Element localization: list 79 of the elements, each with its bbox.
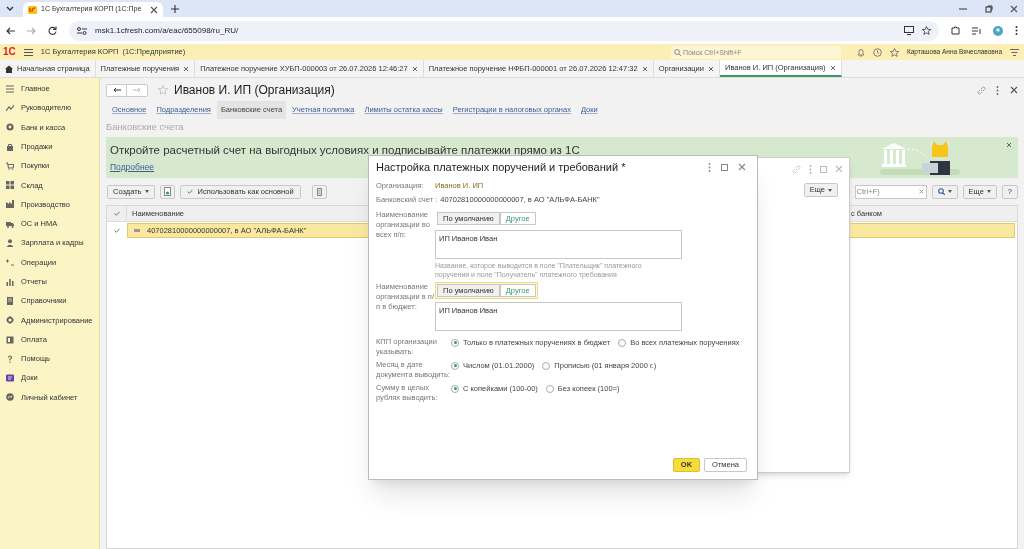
factory-icon	[6, 200, 14, 209]
menu-icon[interactable]	[23, 48, 33, 56]
forward-icon	[133, 87, 141, 93]
copy-icon	[163, 187, 171, 196]
maximize-icon[interactable]	[820, 165, 827, 173]
back-icon	[112, 87, 121, 93]
section-title: Банковские счета	[106, 120, 184, 135]
maximize-icon[interactable]	[721, 163, 728, 171]
search-icon	[937, 188, 945, 195]
bell-icon[interactable]	[856, 47, 865, 57]
forward-icon[interactable]	[27, 26, 36, 35]
caret-icon	[986, 190, 991, 193]
close-icon[interactable]	[183, 65, 190, 72]
caret-icon	[828, 188, 832, 192]
list-icon	[316, 187, 322, 196]
close-icon[interactable]	[150, 5, 158, 14]
bag-icon	[6, 142, 14, 151]
truck-icon	[6, 219, 14, 228]
person-icon	[6, 239, 14, 247]
grid-icon	[6, 181, 14, 190]
list-button[interactable]	[311, 184, 327, 199]
radio-button[interactable]	[545, 384, 554, 393]
close-icon[interactable]	[1010, 5, 1018, 13]
coin-icon	[6, 123, 14, 132]
list-icon	[6, 84, 14, 93]
close-icon[interactable]	[829, 64, 836, 71]
star-icon[interactable]	[889, 47, 899, 57]
star-icon[interactable]	[158, 85, 168, 95]
more-icon[interactable]	[1015, 26, 1018, 35]
restore-icon[interactable]	[985, 5, 993, 13]
chevron-down-icon[interactable]	[6, 6, 14, 12]
close-icon[interactable]	[708, 65, 714, 72]
bar-chart-icon	[6, 277, 14, 286]
url-text: msk1.1cfresh.com/a/eac/655098/ru_RU/	[95, 24, 239, 37]
document-icon	[6, 374, 14, 383]
clear-icon[interactable]	[918, 189, 924, 194]
reload-icon[interactable]	[48, 26, 57, 35]
radio-button[interactable]	[542, 361, 551, 370]
settings-icon	[6, 316, 14, 325]
extensions-icon[interactable]	[951, 26, 960, 35]
close-icon[interactable]	[641, 65, 648, 72]
install-icon[interactable]	[904, 26, 914, 35]
radio-button[interactable]	[451, 361, 459, 370]
settings-menu-icon[interactable]	[1010, 48, 1019, 56]
avatar-icon[interactable]	[993, 25, 1003, 36]
history-icon[interactable]	[872, 47, 882, 57]
check-icon	[186, 189, 193, 194]
address-bar[interactable]: msk1.1cfresh.com/a/eac/655098/ru_RU/	[69, 20, 939, 41]
radio-button[interactable]	[451, 384, 459, 393]
star-icon[interactable]	[922, 26, 931, 35]
banner-link[interactable]: Подробнее	[110, 160, 155, 174]
banner-text: Откройте расчетный счет на выгодных условиях и подписывайте платежки прямо из 1С	[110, 142, 580, 158]
home-icon	[5, 64, 13, 73]
site-settings-icon[interactable]	[77, 26, 87, 35]
radio-button[interactable]	[451, 338, 459, 347]
close-icon[interactable]	[411, 65, 418, 72]
cart-icon	[6, 161, 14, 170]
form-title: Иванов И. ИП (Организация)	[174, 82, 335, 99]
media-icon[interactable]	[972, 26, 981, 35]
dialog-title: Настройка платежных поручений и требований *	[376, 159, 627, 175]
new-tab-icon[interactable]	[171, 5, 179, 13]
search-button[interactable]	[931, 184, 958, 199]
link-icon[interactable]	[977, 85, 986, 95]
caret-icon	[144, 190, 149, 193]
help-icon	[6, 354, 14, 363]
close-icon[interactable]	[1006, 142, 1012, 148]
book-icon	[6, 296, 14, 305]
back-icon[interactable]	[6, 26, 15, 35]
trend-icon	[6, 103, 14, 112]
more-icon[interactable]	[996, 85, 999, 95]
check-icon	[113, 211, 120, 216]
caret-icon	[947, 190, 952, 193]
radio-button[interactable]	[618, 338, 627, 347]
copy-button[interactable]	[159, 184, 175, 199]
app-favicon	[28, 5, 37, 14]
close-icon[interactable]	[1010, 86, 1018, 94]
app-logo[interactable]: 1С	[3, 47, 16, 57]
minimize-icon[interactable]	[959, 5, 967, 13]
close-icon[interactable]	[738, 163, 746, 171]
